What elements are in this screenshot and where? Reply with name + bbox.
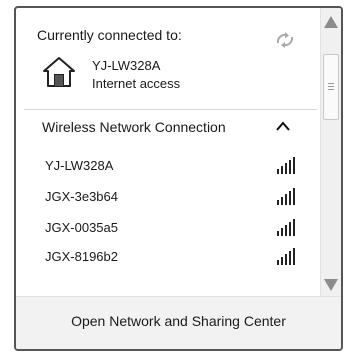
thumb-grip-line [328,86,334,87]
signal-bars-icon [277,248,295,265]
section-divider [24,109,317,110]
network-item[interactable]: JGX-3e3b64 [16,185,319,209]
open-network-sharing-center-link[interactable]: Open Network and Sharing Center [16,313,341,329]
house-icon [43,57,75,87]
network-item[interactable]: JGX-0035a5 [16,216,319,240]
connection-status: Internet access [92,76,181,91]
network-flyout: Currently connected to: YJ-LW328A Intern… [14,6,343,351]
scroll-thumb[interactable] [323,54,339,120]
network-name: JGX-0035a5 [45,220,118,235]
network-name: YJ-LW328A [45,158,114,173]
wireless-section-header[interactable]: Wireless Network Connection [42,119,226,135]
thumb-grip-line [328,83,334,84]
thumb-grip-line [328,89,334,90]
network-item[interactable]: JGX-8196b2 [16,245,319,269]
flyout-footer: Open Network and Sharing Center [16,296,341,349]
network-name: JGX-8196b2 [45,249,118,264]
signal-bars-icon [277,157,295,174]
connected-network-name: YJ-LW328A [92,58,161,73]
network-item[interactable]: YJ-LW328A [16,154,319,178]
signal-bars-icon [277,188,295,205]
scroll-down-arrow[interactable] [324,279,338,291]
network-name: JGX-3e3b64 [45,189,118,204]
scroll-up-arrow[interactable] [324,16,338,28]
vertical-scrollbar[interactable] [320,8,341,297]
signal-bars-icon [277,219,295,236]
currently-connected-label: Currently connected to: [37,27,182,43]
refresh-icon[interactable] [274,31,296,49]
chevron-up-icon[interactable] [275,120,291,132]
flyout-content: Currently connected to: YJ-LW328A Intern… [16,8,319,297]
